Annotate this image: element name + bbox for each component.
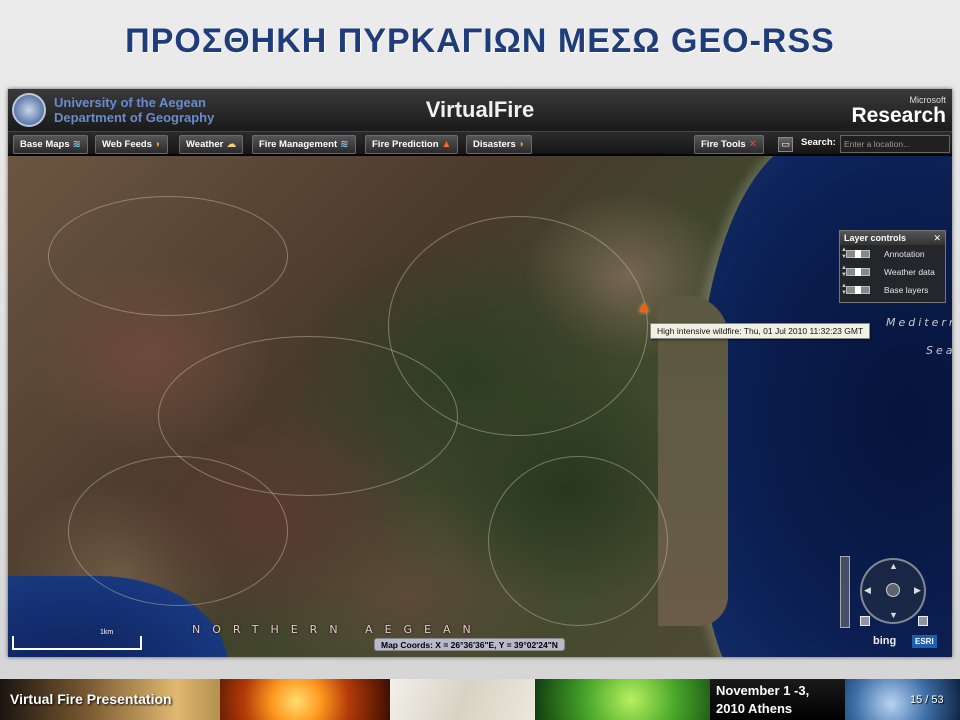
pan-down-icon[interactable]: ▼: [889, 610, 898, 620]
virtualfire-app-window: University of the Aegean Department of G…: [8, 89, 952, 657]
web-feeds-button[interactable]: Web Feeds ◗: [95, 135, 169, 154]
footer-date-line-1: November 1 -3,: [716, 683, 810, 698]
disasters-button[interactable]: Disasters ◗: [466, 135, 532, 154]
fire-prediction-label: Fire Prediction: [372, 139, 439, 150]
layer-label: Weather data: [884, 267, 935, 277]
fire-tools-button[interactable]: Fire Tools ✕: [694, 135, 765, 154]
fire-management-label: Fire Management: [259, 139, 338, 150]
slide-footer: Virtual Fire Presentation November 1 -3,…: [0, 679, 960, 720]
opacity-slider[interactable]: [846, 250, 870, 258]
app-title: VirtualFire: [425, 97, 535, 122]
map-navigation-control: ▲ ▼ ◀ ▶: [840, 556, 938, 634]
road-line: [488, 456, 668, 626]
pan-center-button[interactable]: [886, 583, 900, 597]
opacity-slider[interactable]: [846, 286, 870, 294]
layer-label: Annotation: [884, 249, 925, 259]
view-mode-button[interactable]: [860, 616, 870, 626]
app-header: University of the Aegean Department of G…: [8, 89, 952, 131]
pan-up-icon[interactable]: ▲: [889, 561, 898, 571]
base-maps-button[interactable]: Base Maps ≋: [13, 135, 89, 154]
fire-management-button[interactable]: Fire Management ≋: [252, 135, 356, 154]
fire-tooltip: High intensive wildfire: Thu, 01 Jul 201…: [650, 323, 871, 339]
rss-icon: ◗: [518, 139, 525, 150]
search-label: Search:: [801, 137, 836, 148]
layers-icon: ≋: [72, 139, 82, 150]
footer-image-paper: [390, 679, 535, 720]
scale-label: 1km: [100, 629, 114, 636]
layer-controls-header: Layer controls ✕: [840, 231, 945, 245]
region-label: NORTHERN AEGEAN: [192, 623, 483, 636]
window-toggle-button[interactable]: ▭: [778, 137, 793, 152]
slide-title: ΠΡΟΣΘΗΚΗ ΠΥΡΚΑΓΙΩΝ ΜΕΣΩ GEO-RSS: [125, 22, 835, 60]
map-coordinates: Map Coords: X = 26°36'36"E, Y = 39°02'24…: [374, 638, 565, 651]
pan-left-icon[interactable]: ◀: [864, 585, 871, 596]
view-mode-button[interactable]: [918, 616, 928, 626]
footer-image-globe-green: [535, 679, 710, 720]
research-text: Research: [851, 104, 946, 127]
page-number: 15 / 53: [910, 694, 944, 706]
layer-label: Base layers: [884, 285, 929, 295]
weather-button[interactable]: Weather ☁: [179, 135, 244, 154]
bing-logo: bing: [873, 635, 897, 647]
main-toolbar: Base Maps ≋ Web Feeds ◗ Weather ☁ Fire Mana…: [8, 131, 952, 155]
cloud-icon: ☁: [226, 139, 237, 150]
layers-icon: ≋: [340, 139, 349, 150]
road-line: [68, 456, 288, 606]
zoom-slider[interactable]: [840, 556, 850, 628]
layer-controls-title: Layer controls: [844, 233, 907, 243]
road-line: [388, 216, 648, 436]
tools-icon: ✕: [748, 139, 758, 150]
weather-label: Weather: [186, 139, 224, 150]
base-maps-label: Base Maps: [20, 139, 70, 150]
footer-date: November 1 -3, 2010 Athens: [716, 682, 809, 718]
sea-label-sea: Sea: [926, 344, 952, 357]
layer-row-annotation: ▲ ▼ Annotation: [840, 245, 945, 263]
esri-logo: ESRI: [912, 635, 937, 648]
sea-label-mediterranean: Mediterr: [886, 316, 952, 329]
footer-date-line-2: 2010 Athens: [716, 701, 793, 716]
close-icon[interactable]: ✕: [933, 231, 941, 245]
pan-right-icon[interactable]: ▶: [914, 585, 921, 596]
search-input[interactable]: [840, 135, 950, 153]
layer-row-base-layers: ▲ ▼ Base layers: [840, 281, 945, 299]
fire-tools-label: Fire Tools: [701, 139, 746, 150]
fire-prediction-button[interactable]: Fire Prediction ▲: [365, 135, 459, 154]
rss-icon: ◗: [154, 139, 162, 150]
layer-controls-panel: Layer controls ✕ ▲ ▼ Annotation ▲ ▼ Weathe…: [839, 230, 946, 303]
road-line: [48, 196, 288, 316]
coastline-land: [658, 296, 728, 626]
satellite-map[interactable]: Mediterr Sea NORTHERN AEGEAN ▲ High inte…: [8, 156, 952, 657]
disasters-label: Disasters: [473, 139, 516, 150]
fire-marker-icon[interactable]: ▲: [636, 299, 652, 317]
opacity-slider[interactable]: [846, 268, 870, 276]
flame-icon: ▲: [441, 139, 452, 150]
scale-bar: [12, 636, 142, 650]
layer-row-weather-data: ▲ ▼ Weather data: [840, 263, 945, 281]
footer-image-fire: [220, 679, 390, 720]
microsoft-research-logo: Microsoft Research: [851, 95, 946, 127]
web-feeds-label: Web Feeds: [102, 139, 152, 150]
footer-title: Virtual Fire Presentation: [10, 691, 172, 707]
